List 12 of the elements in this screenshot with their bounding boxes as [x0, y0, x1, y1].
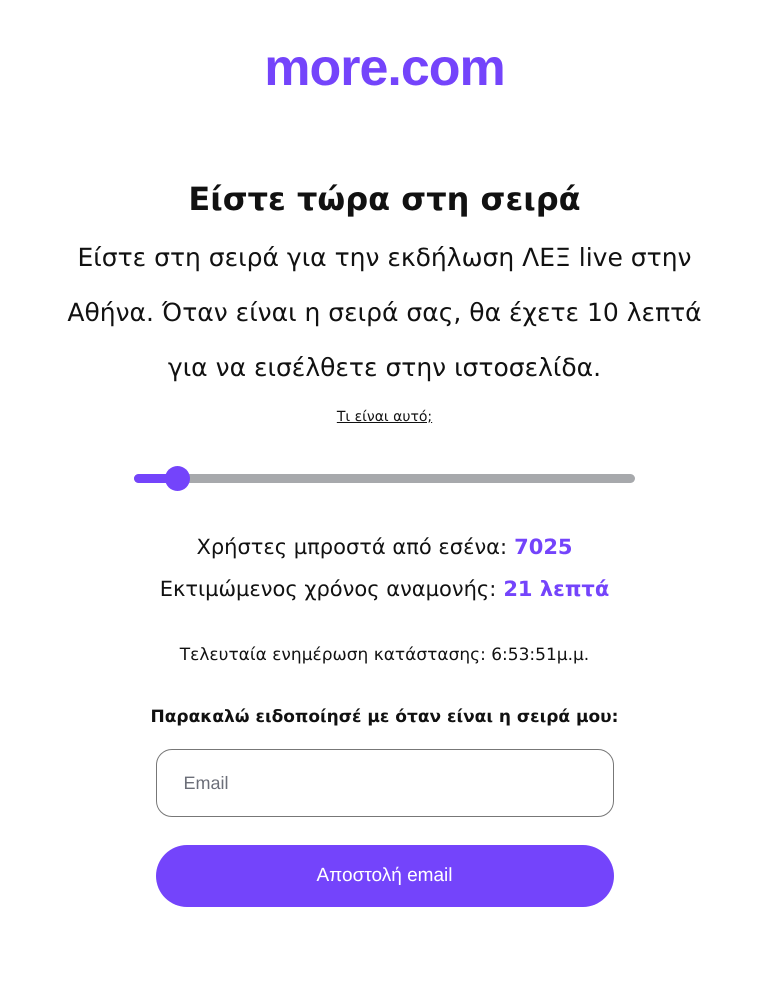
last-update-text: Τελευταία ενημέρωση κατάστασης: 6:53:51μ.μ. [180, 644, 590, 667]
stat-value: 21 λεπτά [503, 576, 610, 603]
send-email-button[interactable]: Αποστολή email [156, 845, 614, 907]
info-link[interactable]: Τι είναι αυτό; [336, 407, 432, 427]
email-field[interactable]: Email [156, 749, 614, 817]
stat-label: Εκτιμώμενος χρόνος αναμονής: [160, 576, 496, 603]
stat-label: Χρήστες μπροστά από εσένα: [196, 534, 508, 561]
stat-value: 7025 [514, 534, 573, 561]
notify-prompt: Παρακαλώ ειδοποίησέ με όταν είναι η σειρά μου: [150, 706, 620, 729]
page-title: Είστε τώρα στη σειρά [188, 179, 581, 220]
queue-message: Είστε στη σειρά για την εκδήλωση ΛΕΞ live στην Αθήνα. Όταν είναι η σειρά σας, θα έχετε 10 λεπτά για να εισέλθετε στην ιστοσελίδα. [66, 242, 703, 384]
logo: more.com [264, 38, 505, 98]
